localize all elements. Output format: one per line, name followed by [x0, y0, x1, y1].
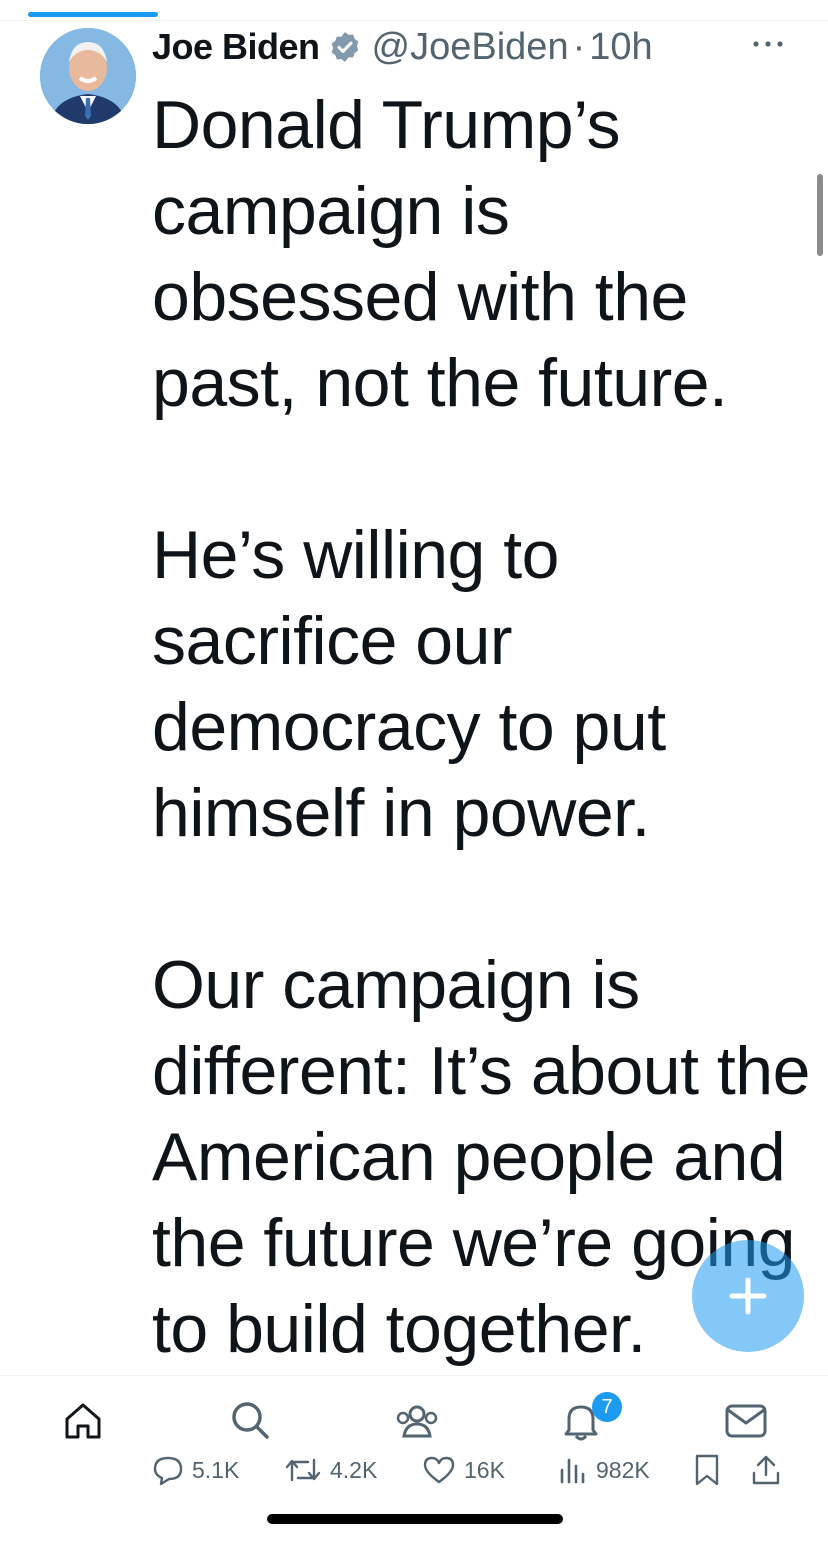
more-icon[interactable] — [748, 32, 788, 56]
repost-count: 4.2K — [330, 1456, 378, 1483]
like-icon — [423, 1456, 455, 1484]
like-count: 16K — [464, 1456, 505, 1483]
views-icon — [560, 1458, 585, 1484]
repost-icon — [285, 1458, 321, 1482]
views-button[interactable]: 982K — [556, 1452, 650, 1488]
tab-indicator — [28, 12, 158, 17]
tweet-paragraph: He’s willing to sacrifice our democracy … — [152, 517, 666, 851]
share-button[interactable] — [750, 1452, 790, 1488]
compose-icon — [729, 1277, 767, 1315]
home-indicator[interactable] — [267, 1514, 563, 1524]
communities-icon[interactable] — [394, 1400, 440, 1447]
verified-icon — [328, 30, 362, 64]
timestamp[interactable]: 10h — [589, 26, 652, 69]
divider — [0, 20, 828, 21]
home-icon[interactable] — [62, 1400, 104, 1447]
author-handle[interactable]: @JoeBiden — [372, 26, 569, 69]
avatar[interactable] — [40, 28, 136, 124]
bookmark-button[interactable] — [692, 1452, 730, 1488]
tweet-text: Donald Trump’s campaign is obsessed with… — [152, 82, 812, 1372]
separator: · — [572, 25, 586, 68]
like-button[interactable]: 16K — [422, 1452, 505, 1488]
bookmark-icon — [695, 1454, 719, 1486]
notification-badge: 7 — [592, 1392, 622, 1422]
share-icon — [752, 1455, 780, 1485]
repost-button[interactable]: 4.2K — [284, 1452, 377, 1488]
reply-count: 5.1K — [192, 1456, 240, 1483]
reply-icon — [153, 1456, 183, 1486]
tweet-paragraph: Donald Trump’s campaign is obsessed with… — [152, 87, 728, 421]
tweet-header: Joe Biden @JoeBiden · 10h — [152, 24, 792, 70]
views-count: 982K — [596, 1456, 650, 1483]
author-name[interactable]: Joe Biden — [152, 26, 320, 68]
search-icon[interactable] — [228, 1398, 272, 1447]
compose-button[interactable] — [692, 1240, 804, 1352]
messages-icon[interactable] — [724, 1402, 768, 1445]
reply-button[interactable]: 5.1K — [152, 1452, 239, 1488]
scrollbar[interactable] — [817, 174, 823, 256]
